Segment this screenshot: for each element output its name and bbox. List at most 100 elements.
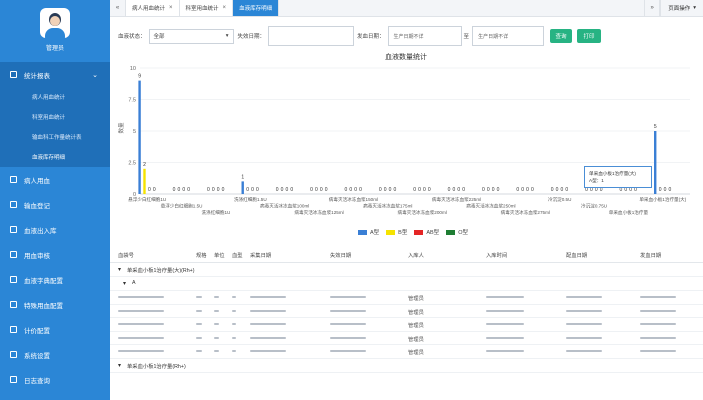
caret-down-icon[interactable]: ▾: [118, 266, 121, 273]
tab-inventory[interactable]: 血液库存明细: [233, 0, 280, 16]
x-tick-label: 病毒灭活冰冻血浆275ml: [501, 209, 550, 216]
to-label: 至: [463, 34, 470, 40]
x-tick-label: 病毒灭活冰冻血浆175ml: [363, 203, 412, 210]
bar[interactable]: [138, 80, 141, 194]
col-header-unit[interactable]: 单位: [214, 251, 225, 259]
submenu-item-patient[interactable]: 病人用血统计: [0, 87, 110, 107]
table-group[interactable]: ▾ 单采血小板1治疗量(大)(Rh+): [110, 263, 703, 277]
col-header-type[interactable]: 血型: [232, 251, 243, 259]
sidebar-item-transfusion[interactable]: 输血登记: [0, 192, 110, 217]
cell-type: [232, 336, 236, 339]
table-group[interactable]: ▾ 单采血小板1治疗量(Rh+): [110, 359, 703, 373]
sidebar-item-audit[interactable]: 用血审核: [0, 242, 110, 267]
caret-down-icon[interactable]: ▾: [118, 362, 121, 369]
bar[interactable]: [241, 181, 244, 194]
data-label: 0: [349, 187, 352, 193]
cell-user: 管理员: [408, 350, 424, 356]
legend-item-ab[interactable]: AB型: [414, 228, 439, 236]
col-header-expire[interactable]: 失效日期: [330, 251, 351, 259]
legend-item-b[interactable]: B型: [386, 228, 407, 236]
bar[interactable]: [654, 131, 657, 194]
data-label: 2: [143, 162, 146, 168]
col-header-dispense[interactable]: 发血日期: [640, 251, 661, 259]
col-header-bag[interactable]: 血袋号: [118, 251, 134, 259]
sidebar-item-dictionary[interactable]: 血液字典配置: [0, 267, 110, 292]
data-label: 0: [217, 187, 220, 193]
tab-patient-stats[interactable]: 病人用血统计 ×: [126, 0, 180, 16]
data-label: 0: [521, 187, 524, 193]
cell-dispense: [640, 309, 676, 312]
sidebar-item-pricing[interactable]: 计价配置: [0, 317, 110, 342]
sidebar-item-settings[interactable]: 系统设置: [0, 342, 110, 367]
data-label: 0: [551, 187, 554, 193]
tabs-scroll-right-button[interactable]: »: [644, 0, 661, 16]
x-tick-label: 悬浮少白红细胞1.5U: [161, 203, 203, 210]
col-header-spec[interactable]: 规格: [196, 251, 207, 259]
sidebar-item-label: 统计报表: [24, 72, 50, 80]
table-row[interactable]: 管理员: [110, 345, 703, 359]
submenu-item-dept[interactable]: 科室用血统计: [0, 107, 110, 127]
x-tick-label: 病毒灭活冰冻血浆225ml: [432, 196, 481, 203]
data-label: 0: [320, 187, 323, 193]
caret-down-icon[interactable]: ▾: [123, 280, 126, 287]
sidebar-item-stats[interactable]: 统计报表 ⌄: [0, 62, 110, 87]
table-row[interactable]: 管理员: [110, 318, 703, 332]
data-label: 0: [182, 187, 185, 193]
cell-collect: [250, 296, 286, 298]
bar[interactable]: [143, 168, 146, 194]
cell-collect: [250, 350, 286, 352]
tabs-scroll-left-button[interactable]: «: [110, 0, 126, 16]
cell-unit: [214, 296, 219, 298]
book-icon: [10, 276, 17, 283]
submenu-item-inventory[interactable]: 血液库存明细: [0, 147, 110, 167]
table-row[interactable]: 管理员: [110, 305, 703, 318]
tab-dept-stats[interactable]: 科室用血统计 ×: [179, 0, 234, 16]
x-tick-label: 单采血小板1治疗量: [609, 209, 649, 216]
legend-swatch: [358, 229, 367, 235]
col-header-in-time[interactable]: 入库时间: [486, 251, 507, 259]
sidebar-item-patient-blood[interactable]: 病人用血: [0, 167, 110, 192]
sidebar-item-logs[interactable]: 日志查询: [0, 367, 110, 392]
status-select[interactable]: 全部 ▾: [148, 28, 234, 44]
cell-in-time: [486, 350, 524, 352]
sidebar-item-label: 日志查询: [24, 377, 50, 385]
page-ops-dropdown[interactable]: 页面操作 ▾: [660, 0, 703, 16]
y-tick-label: 7.5: [128, 98, 136, 104]
col-header-user[interactable]: 入库人: [408, 251, 424, 259]
sidebar-item-label: 血液字典配置: [24, 277, 63, 285]
cell-unit: [214, 323, 219, 325]
log-icon: [10, 376, 17, 383]
legend-item-a[interactable]: A型: [358, 228, 379, 236]
close-icon[interactable]: ×: [169, 5, 173, 11]
username: 管理员: [45, 46, 64, 52]
table-row[interactable]: 管理员: [110, 291, 703, 305]
data-label: 1: [241, 174, 244, 180]
cell-dispense: [640, 350, 676, 352]
sidebar-item-label: 系统设置: [24, 352, 50, 360]
col-header-match[interactable]: 配血日期: [566, 251, 587, 259]
sidebar-item-stock[interactable]: 血液出入库: [0, 217, 110, 242]
legend-item-o[interactable]: O型: [446, 228, 468, 236]
filter-bar: 血液状态： 全部 ▾ 失效日期： 发血日期： 生产日期不详 至 生产日期不详 查…: [118, 26, 602, 46]
x-tick-label: 病毒灭活冰冻血浆250ml: [466, 203, 515, 210]
legend-label: AB型: [426, 230, 440, 236]
close-icon[interactable]: ×: [223, 5, 227, 11]
table-subgroup[interactable]: ▾ A: [110, 277, 703, 291]
y-tick-label: 5: [133, 129, 136, 135]
expire-date-input[interactable]: [268, 26, 355, 46]
dispense-date-to-input[interactable]: 生产日期不详: [472, 26, 545, 46]
avatar[interactable]: [40, 8, 70, 38]
dispense-date-from-input[interactable]: 生产日期不详: [387, 26, 462, 46]
cell-match: [566, 336, 602, 339]
table-row[interactable]: 管理员: [110, 332, 703, 345]
data-label: 0: [669, 187, 672, 193]
sidebar-item-special[interactable]: 特殊用血配置: [0, 292, 110, 317]
data-label: 0: [487, 187, 490, 193]
submenu-item-workload[interactable]: 输血科工作量统计表: [0, 127, 110, 147]
print-button[interactable]: 打印: [577, 29, 602, 43]
data-label: 0: [418, 187, 421, 193]
query-button[interactable]: 查询: [550, 29, 573, 43]
col-header-collect[interactable]: 采集日期: [250, 251, 271, 259]
blood-quantity-chart: 血液数量统计 数量 0 2.5 5 7.5 10 9200000000001000000…: [110, 48, 703, 244]
sidebar-item-label: 计价配置: [24, 327, 50, 335]
